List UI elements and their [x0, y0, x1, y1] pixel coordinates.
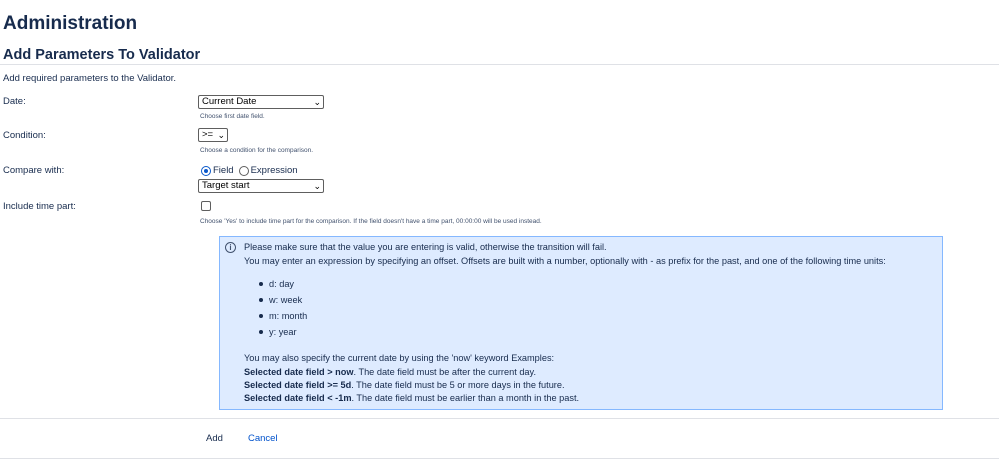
- info-line-1: Please make sure that the value you are …: [244, 242, 607, 252]
- chevron-down-icon: ⌄: [313, 181, 321, 191]
- info-panel: i Please make sure that the value you ar…: [219, 236, 943, 410]
- compare-with-label: Compare with:: [3, 165, 65, 176]
- bottom-divider: [0, 458, 999, 459]
- radio-expression-label: Expression: [250, 165, 298, 176]
- compare-with-select[interactable]: Target start ⌄: [198, 179, 324, 193]
- list-item: y: year: [258, 324, 307, 340]
- compare-with-radio-group: Field Expression: [201, 165, 303, 176]
- date-select-value: Current Date: [202, 96, 257, 107]
- list-item: m: month: [258, 308, 307, 324]
- radio-field-label: Field: [213, 165, 234, 176]
- condition-select-value: >=: [202, 129, 214, 140]
- date-select[interactable]: Current Date ⌄: [198, 95, 324, 109]
- example-3: Selected date field < -1m. The date fiel…: [244, 393, 580, 403]
- condition-hint: Choose a condition for the comparison.: [200, 147, 314, 154]
- intro-text: Add required parameters to the Validator…: [3, 73, 177, 84]
- condition-label: Condition:: [3, 130, 46, 141]
- section-divider: [0, 64, 999, 65]
- info-line-3: You may also specify the current date by…: [244, 353, 555, 363]
- add-button[interactable]: Add: [206, 433, 223, 444]
- include-time-checkbox[interactable]: [201, 201, 211, 211]
- condition-select[interactable]: >= ⌄: [198, 128, 228, 142]
- compare-with-select-value: Target start: [202, 180, 250, 191]
- radio-expression[interactable]: [238, 165, 249, 176]
- footer-divider: [0, 418, 999, 419]
- time-units-list: d: day w: week m: month y: year: [258, 276, 307, 340]
- chevron-down-icon: ⌄: [217, 130, 225, 140]
- section-title: Add Parameters To Validator: [3, 47, 201, 63]
- date-hint: Choose first date field.: [200, 113, 265, 120]
- radio-field[interactable]: [201, 165, 211, 176]
- include-time-label: Include time part:: [3, 201, 76, 212]
- list-item: d: day: [258, 276, 307, 292]
- info-icon: i: [225, 242, 236, 253]
- date-label: Date:: [3, 96, 26, 107]
- list-item: w: week: [258, 292, 307, 308]
- page-title: Administration: [3, 13, 138, 34]
- chevron-down-icon: ⌄: [313, 97, 321, 107]
- include-time-hint: Choose 'Yes' to include time part for th…: [200, 218, 542, 225]
- example-2: Selected date field >= 5d. The date fiel…: [244, 380, 565, 390]
- info-line-2: You may enter an expression by specifyin…: [244, 256, 886, 266]
- cancel-button[interactable]: Cancel: [248, 433, 278, 444]
- example-1: Selected date field > now. The date fiel…: [244, 367, 537, 377]
